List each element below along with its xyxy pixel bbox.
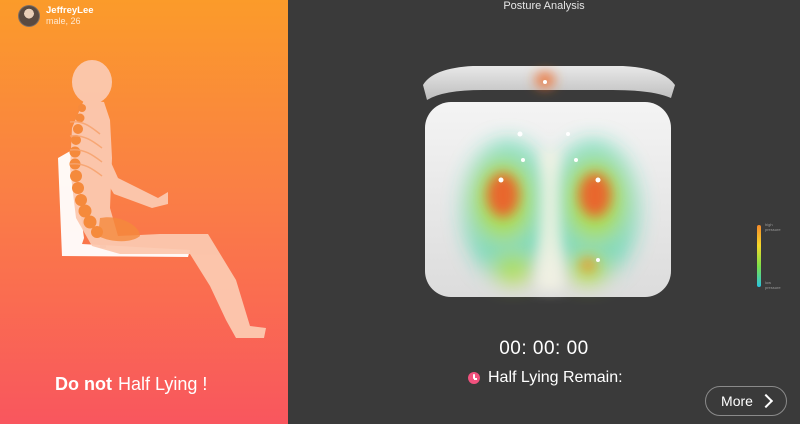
more-label: More [721, 393, 753, 409]
avatar[interactable] [18, 5, 40, 27]
posture-figure [58, 60, 266, 338]
legend-high-label: high pressure [765, 222, 781, 232]
half-lying-remain: Half Lying Remain: [468, 369, 623, 387]
warning-bold: Do not [55, 374, 112, 394]
more-button[interactable]: More [705, 386, 787, 416]
session-timer: 00: 00: 00 [499, 338, 589, 359]
user-details: male, 26 [46, 16, 81, 26]
left-panel: JeffreyLee male, 26 Do not Half Lying ! [0, 0, 288, 424]
legend-gradient-bar [757, 225, 761, 287]
pressure-legend: high pressure low pressure [754, 222, 784, 294]
body-silhouette [70, 60, 266, 338]
warning-text: Half Lying ! [117, 374, 208, 394]
chevron-right-icon [758, 393, 774, 409]
user-profile[interactable]: JeffreyLee male, 26 [18, 5, 94, 27]
posture-warning: Do not Half Lying ! [55, 374, 207, 395]
user-info: JeffreyLee male, 26 [46, 5, 94, 27]
legend-low-label: low pressure [765, 280, 781, 290]
clock-icon [468, 372, 480, 384]
seat-heatmap [423, 66, 675, 297]
remain-label: Half Lying Remain: [488, 369, 623, 386]
right-panel: Posture Analysis high pressure low press… [288, 0, 800, 424]
user-name: JeffreyLee [46, 5, 94, 16]
page-title: Posture Analysis [503, 0, 585, 12]
